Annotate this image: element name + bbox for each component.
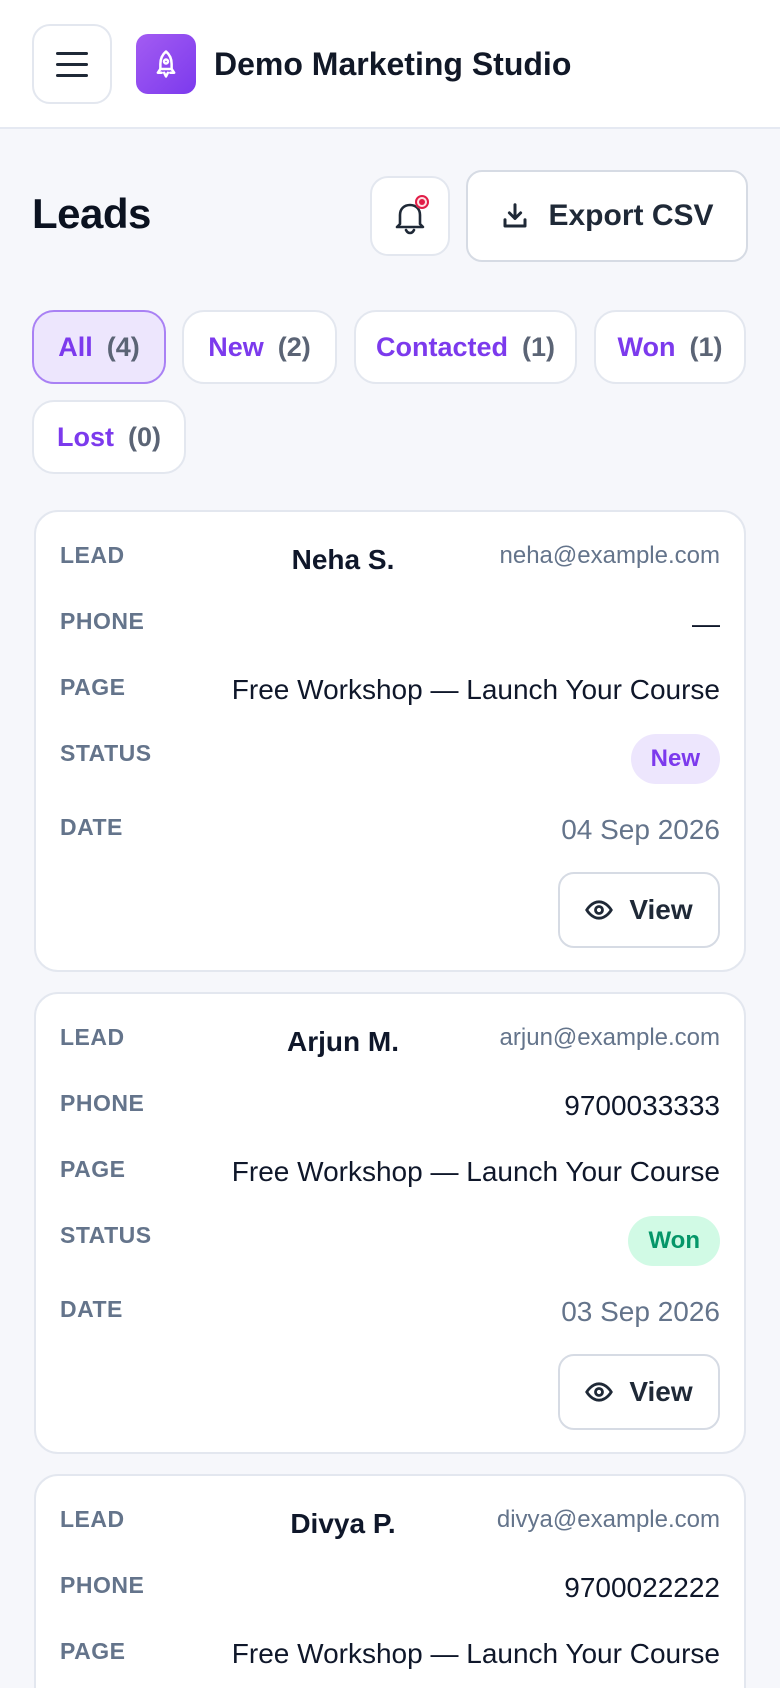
lead-page: Free Workshop — Launch Your Course [231, 1638, 720, 1669]
filter-chip-contacted[interactable]: Contacted (1) [354, 310, 577, 384]
lead-card: LEAD Arjun M. arjun@example.com PHONE 97… [34, 992, 746, 1454]
view-label: View [629, 1376, 693, 1407]
filter-chip-won[interactable]: Won (1) [594, 310, 746, 384]
view-button[interactable]: View [558, 1354, 720, 1430]
lead-label: LEAD [60, 542, 125, 568]
lead-name: Neha S. [291, 544, 395, 575]
lead-date: 04 Sep 2026 [561, 814, 720, 845]
hamburger-icon [56, 51, 88, 55]
phone-label: PHONE [60, 608, 145, 634]
page-label: PAGE [60, 674, 126, 700]
filter-chip-new[interactable]: New (2) [182, 310, 337, 384]
filter-chip-all[interactable]: All (4) [32, 310, 166, 384]
export-csv-label: Export CSV [548, 199, 714, 232]
download-icon [503, 203, 527, 228]
top-bar: Demo Marketing Studio [0, 0, 780, 129]
lead-card: LEAD Neha S. neha@example.com PHONE — PA… [34, 510, 746, 972]
menu-button[interactable] [32, 24, 112, 104]
date-label: DATE [60, 814, 123, 840]
rocket-icon [136, 34, 196, 94]
lead-name: Arjun M. [287, 1026, 399, 1057]
view-label: View [629, 894, 693, 925]
lead-label: LEAD [60, 1506, 125, 1532]
export-csv-button[interactable]: Export CSV [466, 170, 748, 262]
status-label: STATUS [60, 1222, 152, 1248]
lead-name: Divya P. [290, 1508, 396, 1539]
lead-date: 03 Sep 2026 [561, 1296, 720, 1327]
page-label: PAGE [60, 1638, 126, 1664]
view-button[interactable]: View [558, 872, 720, 948]
lead-page: Free Workshop — Launch Your Course [231, 674, 720, 705]
status-badge: Won [628, 1216, 720, 1266]
lead-phone: — [692, 608, 720, 639]
eye-icon [585, 1382, 614, 1402]
page-label: PAGE [60, 1156, 126, 1182]
status-badge: New [630, 734, 720, 784]
status-label: STATUS [60, 740, 152, 766]
phone-label: PHONE [60, 1090, 145, 1116]
lead-email: arjun@example.com [499, 1024, 720, 1051]
date-label: DATE [60, 1296, 123, 1322]
phone-label: PHONE [60, 1572, 145, 1598]
eye-icon [585, 900, 614, 920]
lead-phone: 9700033333 [564, 1090, 720, 1121]
page-title: Leads [32, 190, 151, 237]
lead-page: Free Workshop — Launch Your Course [231, 1156, 720, 1187]
lead-label: LEAD [60, 1024, 125, 1050]
filter-chip-lost[interactable]: Lost (0) [32, 400, 186, 474]
lead-phone: 9700022222 [564, 1572, 720, 1603]
bell-icon [395, 195, 429, 235]
notifications-button[interactable] [370, 176, 450, 256]
lead-card: LEAD Divya P. divya@example.com PHONE 97… [34, 1474, 746, 1688]
lead-email: neha@example.com [499, 542, 720, 569]
lead-email: divya@example.com [496, 1506, 720, 1533]
brand-name: Demo Marketing Studio [214, 46, 572, 82]
